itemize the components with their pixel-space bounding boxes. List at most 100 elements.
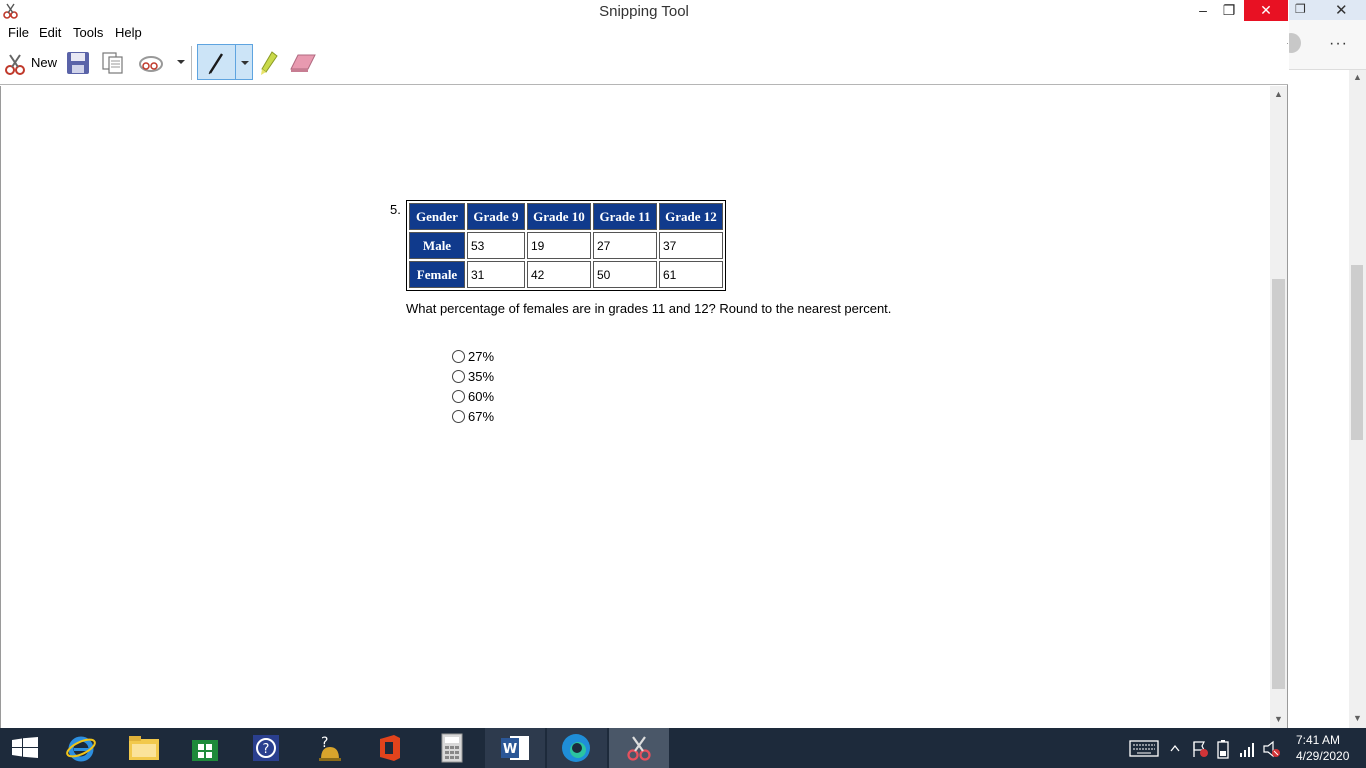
question-text: What percentage of females are in grades…: [406, 301, 892, 316]
office-icon: [380, 735, 400, 761]
pen-icon: [208, 53, 224, 75]
svg-text:?: ?: [263, 742, 270, 757]
menu-help[interactable]: Help: [115, 25, 142, 40]
save-icon[interactable]: [65, 50, 91, 76]
row-label-female: Female: [409, 261, 465, 288]
taskbar: ? ? W 7:41 AM 4/29/2020: [0, 728, 1366, 768]
clock-date: 4/29/2020: [1296, 749, 1350, 763]
table-row-male: Male 53 19 27 37: [409, 232, 723, 259]
pen-split-divider: [235, 45, 236, 79]
header-grade-10: Grade 10: [527, 203, 591, 230]
option-label: 27%: [468, 349, 495, 364]
snip-canvas: 5.: [0, 86, 1270, 728]
folder-icon: [129, 736, 159, 760]
new-snip-icon[interactable]: [3, 51, 29, 77]
calculator-icon: [441, 733, 463, 763]
clock-time: 7:41 AM: [1296, 733, 1341, 747]
taskbar-calculator[interactable]: [423, 728, 483, 768]
send-snip-icon[interactable]: [138, 50, 166, 76]
support-bell-icon: ?: [319, 735, 341, 761]
window-title: Snipping Tool: [599, 3, 689, 20]
browser-scroll-up-icon[interactable]: ▲: [1349, 72, 1366, 82]
taskbar-store[interactable]: [176, 728, 236, 768]
menu-edit[interactable]: Edit: [39, 25, 61, 40]
more-options-button[interactable]: ···: [1329, 35, 1348, 53]
option-4[interactable]: 67%: [452, 409, 494, 424]
table-cell: 50: [593, 261, 657, 288]
highlighter-icon[interactable]: [258, 50, 280, 78]
option-1[interactable]: 27%: [452, 349, 494, 364]
background-browser-window: ❐ ✕ ··· ▲ ▼: [1289, 0, 1366, 728]
table-cell: 42: [527, 261, 591, 288]
menu-tools[interactable]: Tools: [73, 25, 103, 40]
new-button[interactable]: New: [31, 55, 57, 70]
option-label: 67%: [468, 409, 495, 424]
taskbar-file-explorer[interactable]: [114, 728, 174, 768]
copy-icon[interactable]: [100, 50, 126, 76]
battery-icon[interactable]: [1216, 739, 1230, 759]
taskbar-clock[interactable]: 7:41 AM 4/29/2020: [1296, 732, 1349, 764]
scroll-down-arrow-icon[interactable]: ▼: [1270, 714, 1287, 724]
toolbar: New: [0, 44, 1288, 85]
question-number: 5.: [390, 202, 401, 217]
word-icon: W: [501, 736, 529, 760]
taskbar-edge[interactable]: [547, 728, 607, 768]
grades-table: Gender Grade 9 Grade 10 Grade 11 Grade 1…: [406, 200, 726, 291]
browser-scrollbar[interactable]: ▲ ▼: [1349, 70, 1366, 728]
action-center-flag-icon[interactable]: [1191, 740, 1209, 758]
table-cell: 53: [467, 232, 525, 259]
header-gender: Gender: [409, 203, 465, 230]
network-signal-icon[interactable]: [1239, 740, 1257, 758]
taskbar-snipping-tool[interactable]: [609, 728, 669, 768]
send-dropdown-chevron-icon[interactable]: [176, 57, 186, 67]
taskbar-support-app[interactable]: ?: [299, 728, 359, 768]
svg-text:W: W: [503, 742, 517, 757]
taskbar-internet-explorer[interactable]: [52, 728, 112, 768]
profile-avatar-icon[interactable]: [1289, 32, 1303, 54]
table-cell: 31: [467, 261, 525, 288]
option-3[interactable]: 60%: [452, 389, 494, 404]
menu-file[interactable]: File: [8, 25, 29, 40]
taskbar-office[interactable]: [361, 728, 421, 768]
windows-logo-icon: [12, 737, 38, 758]
table-header-row: Gender Grade 9 Grade 10 Grade 11 Grade 1…: [409, 203, 723, 230]
taskbar-help-app[interactable]: ?: [237, 728, 297, 768]
scrollbar-thumb[interactable]: [1272, 279, 1285, 689]
help-question-icon: ?: [253, 735, 279, 761]
maximize-button[interactable]: ❐: [1212, 0, 1246, 21]
snipping-tool-icon: [627, 736, 651, 761]
pen-dropdown-chevron-icon[interactable]: [240, 59, 250, 67]
table-cell: 61: [659, 261, 723, 288]
header-grade-11: Grade 11: [593, 203, 657, 230]
eraser-icon[interactable]: [289, 52, 317, 74]
radio-button[interactable]: [452, 410, 465, 423]
internet-explorer-icon: [66, 736, 96, 762]
snipping-tool-window: Snipping Tool – ❐ ✕ File Edit Tools Help…: [0, 0, 1288, 728]
touch-keyboard-icon[interactable]: [1129, 740, 1159, 757]
taskbar-word[interactable]: W: [485, 728, 545, 768]
title-bar: Snipping Tool – ❐ ✕: [0, 0, 1288, 23]
radio-button[interactable]: [452, 390, 465, 403]
pen-button[interactable]: [197, 44, 253, 80]
browser-restore-button[interactable]: ❐: [1295, 2, 1306, 16]
table-cell: 27: [593, 232, 657, 259]
scroll-up-arrow-icon[interactable]: ▲: [1270, 89, 1287, 99]
vertical-scrollbar[interactable]: ▲ ▼: [1270, 86, 1287, 728]
option-2[interactable]: 35%: [452, 369, 494, 384]
option-label: 60%: [468, 389, 495, 404]
radio-button[interactable]: [452, 350, 465, 363]
browser-scrollbar-thumb[interactable]: [1351, 265, 1363, 440]
option-label: 35%: [468, 369, 495, 384]
header-grade-9: Grade 9: [467, 203, 525, 230]
radio-button[interactable]: [452, 370, 465, 383]
browser-scroll-down-icon[interactable]: ▼: [1349, 713, 1366, 723]
menu-bar: File Edit Tools Help: [0, 23, 1288, 43]
start-button[interactable]: [0, 728, 60, 768]
close-button[interactable]: ✕: [1244, 0, 1288, 21]
show-hidden-icons-chevron-icon[interactable]: [1170, 744, 1180, 752]
table-cell: 19: [527, 232, 591, 259]
table-cell: 37: [659, 232, 723, 259]
browser-title-bar: ❐ ✕: [1289, 0, 1366, 20]
volume-muted-icon[interactable]: [1263, 739, 1281, 759]
browser-close-button[interactable]: ✕: [1335, 1, 1348, 19]
